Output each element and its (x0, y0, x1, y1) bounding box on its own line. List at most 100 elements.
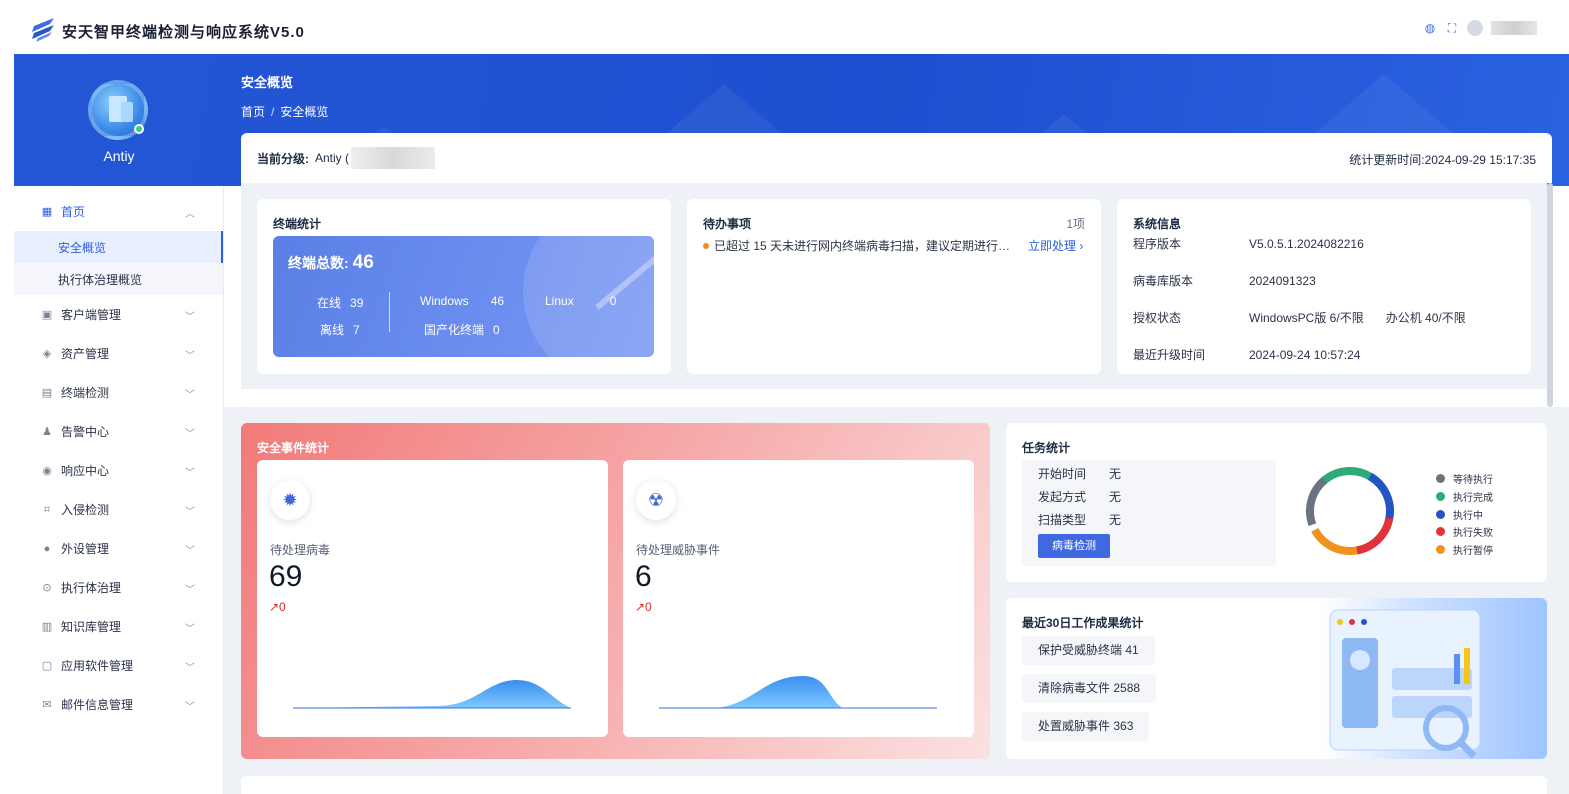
work-results-card: 最近30日工作成果统计 保护受威胁终端 41 清除病毒文件 2588 处置威胁事… (1006, 598, 1547, 759)
sys-row-program-version: 程序版本 V5.0.5.1.2024082216 (1133, 237, 1364, 251)
sidebar-item-label: 客户端管理 (61, 308, 122, 322)
pending-threat-sparkline (659, 676, 937, 709)
task-stats-card: 任务统计 开始时间无 发起方式无 扫描类型无 病毒检测 等待执行 执行完成 执行… (1006, 423, 1547, 582)
chevron-down-icon: ﹀ (185, 585, 195, 596)
screen-scan-icon: ▤ (41, 386, 53, 399)
legend-item-paused[interactable]: 执行暂停 (1436, 541, 1493, 559)
layers-icon: ◈ (42, 347, 52, 360)
disk-icon: ● (43, 542, 51, 555)
breadcrumb-separator: / (271, 105, 275, 119)
scan-icon: ⌗ (43, 503, 51, 516)
pending-virus-value: 69 (269, 560, 303, 593)
update-time-label: 统计更新时间: (1349, 153, 1425, 167)
sidebar-item-peripheral-management[interactable]: ● 外设管理 ﹀ (14, 529, 223, 568)
work-results-title: 最近30日工作成果统计 (1022, 616, 1144, 630)
vertical-scrollbar[interactable] (1547, 183, 1553, 407)
level-value-redacted (351, 147, 436, 169)
sidebar-item-client-management[interactable]: ▣ 客户端管理 ﹀ (14, 295, 223, 334)
linux-stat: Linux 0 (545, 294, 617, 308)
sys-row-license-status: 授权状态 WindowsPC版 6/不限 办公机 40/不限 (1133, 311, 1466, 325)
legend-item-completed[interactable]: 执行完成 (1436, 488, 1493, 506)
legend-item-waiting[interactable]: 等待执行 (1436, 470, 1493, 488)
system-info-title: 系统信息 (1133, 217, 1182, 231)
security-events-panel: 安全事件统计 ✹ 待处理病毒 69 ↗0 ☢ 待处理威胁事件 6 ↗0 (241, 423, 990, 759)
sidebar: Antiy ▦ 首页 ︿ 安全概览 执行体治理概览 ▣ 客户端管理 ﹀ ◈ 资产… (14, 54, 224, 794)
sidebar-item-asset-management[interactable]: ◈ 资产管理 ﹀ (14, 334, 223, 373)
windows-stat: Windows 46 (420, 294, 505, 308)
todo-card: 待办事项 1项 已超过 15 天未进行网内终端病毒扫描，建议定期进行扫描 立即处… (687, 199, 1101, 374)
chevron-down-icon: ﹀ (185, 663, 195, 674)
task-stats-title: 任务统计 (1022, 441, 1071, 455)
system-info-card: 系统信息 程序版本 V5.0.5.1.2024082216 病毒库版本 202409… (1117, 199, 1531, 374)
sidebar-item-label: 资产管理 (61, 347, 110, 361)
bell-icon: ♟ (42, 425, 52, 438)
sidebar-item-mail-management[interactable]: ✉ 邮件信息管理 ﹀ (14, 685, 223, 724)
task-row-scan-type: 扫描类型无 (1038, 513, 1122, 527)
top-bar: 安天智甲终端检测与响应系统V5.0 ◍ ⛶ (0, 0, 1569, 54)
pending-virus-sparkline (293, 680, 571, 709)
bug-icon: ✹ (270, 480, 310, 520)
level-bar: 当前分级: Antiy ( 统计更新时间:2024-09-29 15:17:35 (241, 133, 1552, 183)
offline-stat: 离线 7 (320, 323, 360, 337)
sidebar-item-response-center[interactable]: ◉ 响应中心 ﹀ (14, 451, 223, 490)
sidebar-subitem-security-overview[interactable]: 安全概览 (14, 231, 223, 263)
task-details-box: 开始时间无 发起方式无 扫描类型无 病毒检测 (1022, 460, 1276, 566)
work-row-protected-terminals: 保护受威胁终端 41 (1022, 636, 1155, 665)
pending-threat-card[interactable]: ☢ 待处理威胁事件 6 ↗0 (623, 460, 974, 737)
sidebar-item-knowledge-base[interactable]: ▥ 知识库管理 ﹀ (14, 607, 223, 646)
user-avatar-icon[interactable] (1467, 20, 1483, 36)
chevron-down-icon: ﹀ (185, 390, 195, 401)
sidebar-user-panel: Antiy (14, 54, 224, 186)
antiy-logo-icon (32, 18, 54, 42)
breadcrumb-home[interactable]: 首页 (241, 105, 265, 119)
bolt-icon: ◉ (42, 464, 52, 477)
sidebar-item-label: 应用软件管理 (61, 659, 134, 673)
globe-icon[interactable]: ◍ (1423, 21, 1437, 35)
library-icon: ▥ (41, 620, 53, 633)
top-right-tools: ◍ ⛶ (1423, 20, 1537, 36)
sidebar-item-app-management[interactable]: ▢ 应用软件管理 ﹀ (14, 646, 223, 685)
terminal-stats-card: 终端统计 终端总数: 46 在线 39 离线 7 Windows 46 Linux 0 国… (257, 199, 671, 374)
sidebar-item-alert-center[interactable]: ♟ 告警中心 ﹀ (14, 412, 223, 451)
task-row-start-time: 开始时间无 (1038, 467, 1122, 481)
sidebar-item-label: 终端检测 (61, 386, 110, 400)
sidebar-item-label: 告警中心 (61, 425, 110, 439)
chevron-down-icon: ﹀ (185, 312, 195, 323)
radiation-icon: ☢ (636, 480, 676, 520)
sidebar-menu: ▦ 首页 ︿ 安全概览 执行体治理概览 ▣ 客户端管理 ﹀ ◈ 资产管理 ﹀ ▤… (14, 186, 224, 794)
level-value: Antiy ( (315, 151, 350, 165)
monitor-icon: ▣ (41, 308, 53, 321)
online-status-dot (134, 124, 144, 134)
user-name-redacted[interactable] (1491, 21, 1537, 35)
chevron-down-icon: ﹀ (185, 468, 195, 479)
search-illustration-icon (1329, 609, 1481, 759)
page-title: 安全概览 (241, 75, 294, 90)
sidebar-item-intrusion-detection[interactable]: ⌗ 入侵检测 ﹀ (14, 490, 223, 529)
next-section-card (241, 775, 1547, 794)
work-row-handled-threats: 处置威胁事件 363 (1022, 712, 1150, 741)
todo-count: 1项 (1066, 217, 1085, 231)
todo-handle-link[interactable]: 立即处理 › (1028, 237, 1083, 254)
work-row-cleaned-files: 清除病毒文件 2588 (1022, 674, 1157, 703)
chevron-down-icon: ﹀ (185, 507, 195, 518)
legend-item-running[interactable]: 执行中 (1436, 505, 1493, 523)
mail-icon: ✉ (42, 698, 52, 711)
fullscreen-icon[interactable]: ⛶ (1445, 21, 1459, 35)
pending-virus-card[interactable]: ✹ 待处理病毒 69 ↗0 (257, 460, 608, 737)
security-events-title: 安全事件统计 (257, 441, 330, 455)
chevron-down-icon: ﹀ (185, 429, 195, 440)
domestic-stat: 国产化终端 0 (424, 323, 500, 337)
pending-threat-label: 待处理威胁事件 (636, 543, 721, 557)
target-icon: ⊙ (42, 581, 52, 594)
app-box-icon: ▢ (41, 659, 53, 672)
sidebar-item-label: 外设管理 (61, 542, 110, 556)
virus-scan-button[interactable]: 病毒检测 (1038, 534, 1110, 558)
sidebar-subitem-executor-overview[interactable]: 执行体治理概览 (14, 263, 223, 295)
chevron-right-icon: › (1079, 239, 1084, 253)
chevron-down-icon: ﹀ (185, 546, 195, 557)
sidebar-item-home[interactable]: ▦ 首页 ︿ (14, 192, 223, 231)
sidebar-item-executor-governance[interactable]: ⊙ 执行体治理 ﹀ (14, 568, 223, 607)
terminal-stats-title: 终端统计 (273, 217, 322, 231)
legend-item-failed[interactable]: 执行失败 (1436, 523, 1493, 541)
sidebar-item-endpoint-detection[interactable]: ▤ 终端检测 ﹀ (14, 373, 223, 412)
